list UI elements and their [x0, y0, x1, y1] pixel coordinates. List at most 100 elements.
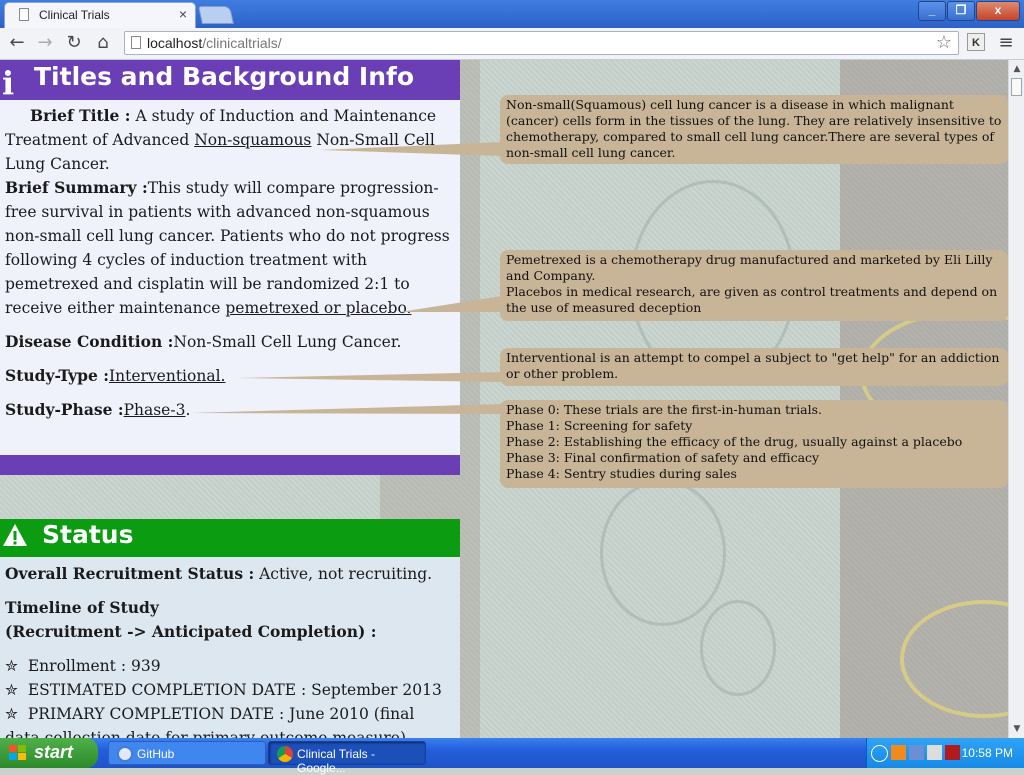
brief-title-label: Brief Title : [30, 106, 131, 125]
tooltip-interventional: Interventional is an attempt to compel a… [500, 348, 1008, 386]
section-divider [0, 455, 460, 475]
non-squamous-link[interactable]: Non-squamous [194, 131, 311, 149]
back-arrow-icon[interactable]: ← [6, 31, 28, 55]
url-text: localhost/clinicaltrials/ [147, 35, 282, 51]
list-item-text: PRIMARY COMPLETION DATE : June 2010 (fin… [5, 705, 415, 738]
timeline-heading: Timeline of Study (Recruitment -> Anticip… [5, 596, 451, 644]
list-item: ✮ PRIMARY COMPLETION DATE : June 2010 (f… [5, 702, 451, 738]
browser-toolbar: ← → ↻ ⌂ localhost/clinicaltrials/ ☆ K ≡ [0, 28, 1024, 60]
taskbar-item-label: Clinical Trials - Google... [297, 747, 376, 775]
minimize-button[interactable]: _ [918, 1, 946, 21]
tooltip-text: Pemetrexed is a chemotherapy drug manufa… [506, 252, 993, 283]
list-item-text: ESTIMATED COMPLETION DATE : September 20… [27, 681, 442, 699]
tooltip-pemetrexed-placebo: Pemetrexed is a chemotherapy drug manufa… [500, 250, 1008, 321]
maximize-button[interactable]: ❐ [947, 1, 975, 21]
taskbar-item-label: GitHub [137, 747, 175, 761]
tooltip-line: Phase 1: Screening for safety [506, 418, 693, 433]
timeline-list: ✮ Enrollment : 939 ✮ ESTIMATED COMPLETIO… [5, 654, 451, 738]
tray-expand-icon[interactable] [871, 745, 888, 762]
interventional-link[interactable]: Interventional. [109, 367, 225, 385]
page-viewport: i Titles and Background Info Brief Title… [0, 60, 1008, 738]
list-item: ✮ Enrollment : 939 [5, 654, 451, 678]
address-bar[interactable]: localhost/clinicaltrials/ ☆ [124, 31, 959, 55]
disease-condition-label: Disease Condition : [5, 332, 174, 351]
overall-recruitment-status: Overall Recruitment Status : Active, not… [5, 562, 451, 586]
extension-icon[interactable]: K [967, 33, 985, 51]
tooltip-non-squamous: Non-small(Squamous) cell lung cancer is … [500, 95, 1008, 164]
home-icon[interactable]: ⌂ [92, 31, 114, 55]
study-phase-label: Study-Phase : [5, 400, 124, 419]
titles-section-header: i Titles and Background Info [0, 60, 460, 102]
titles-panel: Brief Title : A study of Induction and M… [0, 100, 460, 455]
reload-icon[interactable]: ↻ [63, 31, 85, 55]
bookmark-star-icon[interactable]: ☆ [936, 32, 952, 53]
close-tab-icon[interactable]: × [179, 6, 187, 22]
disease-condition: Disease Condition :Non-Small Cell Lung C… [5, 330, 451, 354]
tooltip-line: Phase 4: Sentry studies during sales [506, 466, 737, 481]
start-button[interactable]: start [0, 738, 98, 768]
windows-flag-icon [9, 745, 26, 760]
tab-clinical-trials[interactable]: Clinical Trials × [4, 2, 196, 28]
window-controls: _ ❐ x [918, 1, 1020, 21]
tooltip-line: Phase 3: Final confirmation of safety an… [506, 450, 820, 465]
tooltip-line: Phase 2: Establishing the efficacy of th… [506, 434, 963, 449]
study-phase-period: . [185, 401, 191, 419]
phase-link[interactable]: Phase-3 [124, 401, 186, 419]
study-type: Study-Type :Interventional. [5, 364, 451, 388]
warning-icon [3, 524, 27, 546]
status-panel: Overall Recruitment Status : Active, not… [0, 557, 460, 738]
url-path: /clinicaltrials/ [202, 35, 282, 51]
windows-taskbar: start GitHub Clinical Trials - Google...… [0, 738, 1024, 775]
close-window-button[interactable]: x [976, 1, 1020, 21]
brief-summary-label: Brief Summary : [5, 178, 148, 197]
tab-title: Clinical Trials [39, 8, 110, 22]
clock: 10:58 PM [961, 746, 1013, 760]
system-tray: 10:58 PM [866, 738, 1024, 768]
brief-summary: Brief Summary :This study will compare p… [5, 176, 451, 320]
taskbar-item-chrome[interactable]: Clinical Trials - Google... [268, 741, 426, 775]
section-title: Status [42, 520, 134, 549]
forward-arrow-icon[interactable]: → [34, 31, 56, 55]
background-swirl [700, 600, 776, 696]
pemetrexed-placebo-link[interactable]: pemetrexed or placebo. [225, 299, 411, 317]
info-icon: i [2, 64, 15, 102]
brief-title: Brief Title : A study of Induction and M… [5, 104, 451, 176]
study-phase: Study-Phase :Phase-3. [5, 398, 451, 422]
ie-icon [117, 746, 133, 762]
star-icon: ✮ [5, 705, 18, 723]
tooltip-text: Interventional is an attempt to compel a… [506, 350, 1000, 381]
page-scrollbar[interactable]: ▲ ▼ [1008, 60, 1024, 738]
scrollbar-thumb[interactable] [1011, 78, 1022, 96]
page-icon [131, 36, 141, 49]
status-section-header: Status [0, 519, 460, 557]
taskbar-item-github[interactable]: GitHub [108, 741, 266, 765]
menu-icon[interactable]: ≡ [996, 33, 1016, 53]
volume-icon[interactable] [927, 745, 942, 760]
list-item-text: Enrollment : 939 [27, 657, 161, 675]
study-type-label: Study-Type : [5, 366, 109, 385]
start-label: start [34, 742, 74, 762]
scroll-up-icon[interactable]: ▲ [1010, 62, 1024, 76]
background-swirl [600, 480, 726, 626]
network-icon[interactable] [909, 745, 924, 760]
tooltip-text: Non-small(Squamous) cell lung cancer is … [506, 97, 1002, 160]
scroll-down-icon[interactable]: ▼ [1010, 722, 1024, 736]
overall-status-label: Overall Recruitment Status : [5, 564, 255, 583]
timeline-heading-line: Timeline of Study [5, 598, 159, 617]
brief-summary-text: This study will compare progression-free… [5, 179, 450, 317]
new-tab-button[interactable] [198, 6, 234, 24]
timeline-heading-line: (Recruitment -> Anticipated Completion) … [5, 622, 377, 641]
browser-titlebar: Clinical Trials × _ ❐ x [0, 0, 1024, 28]
tooltip-text: Placebos in medical research, are given … [506, 284, 998, 315]
star-icon: ✮ [5, 657, 18, 675]
security-icon[interactable] [945, 745, 960, 760]
section-title: Titles and Background Info [34, 62, 415, 91]
page-icon [19, 8, 29, 21]
url-host: localhost [147, 35, 203, 51]
chrome-icon [277, 746, 293, 762]
tray-app-icon[interactable] [891, 745, 906, 760]
list-item: ✮ ESTIMATED COMPLETION DATE : September … [5, 678, 451, 702]
overall-status-value: Active, not recruiting. [254, 565, 433, 583]
disease-condition-value: Non-Small Cell Lung Cancer. [173, 333, 402, 351]
star-icon: ✮ [5, 681, 18, 699]
